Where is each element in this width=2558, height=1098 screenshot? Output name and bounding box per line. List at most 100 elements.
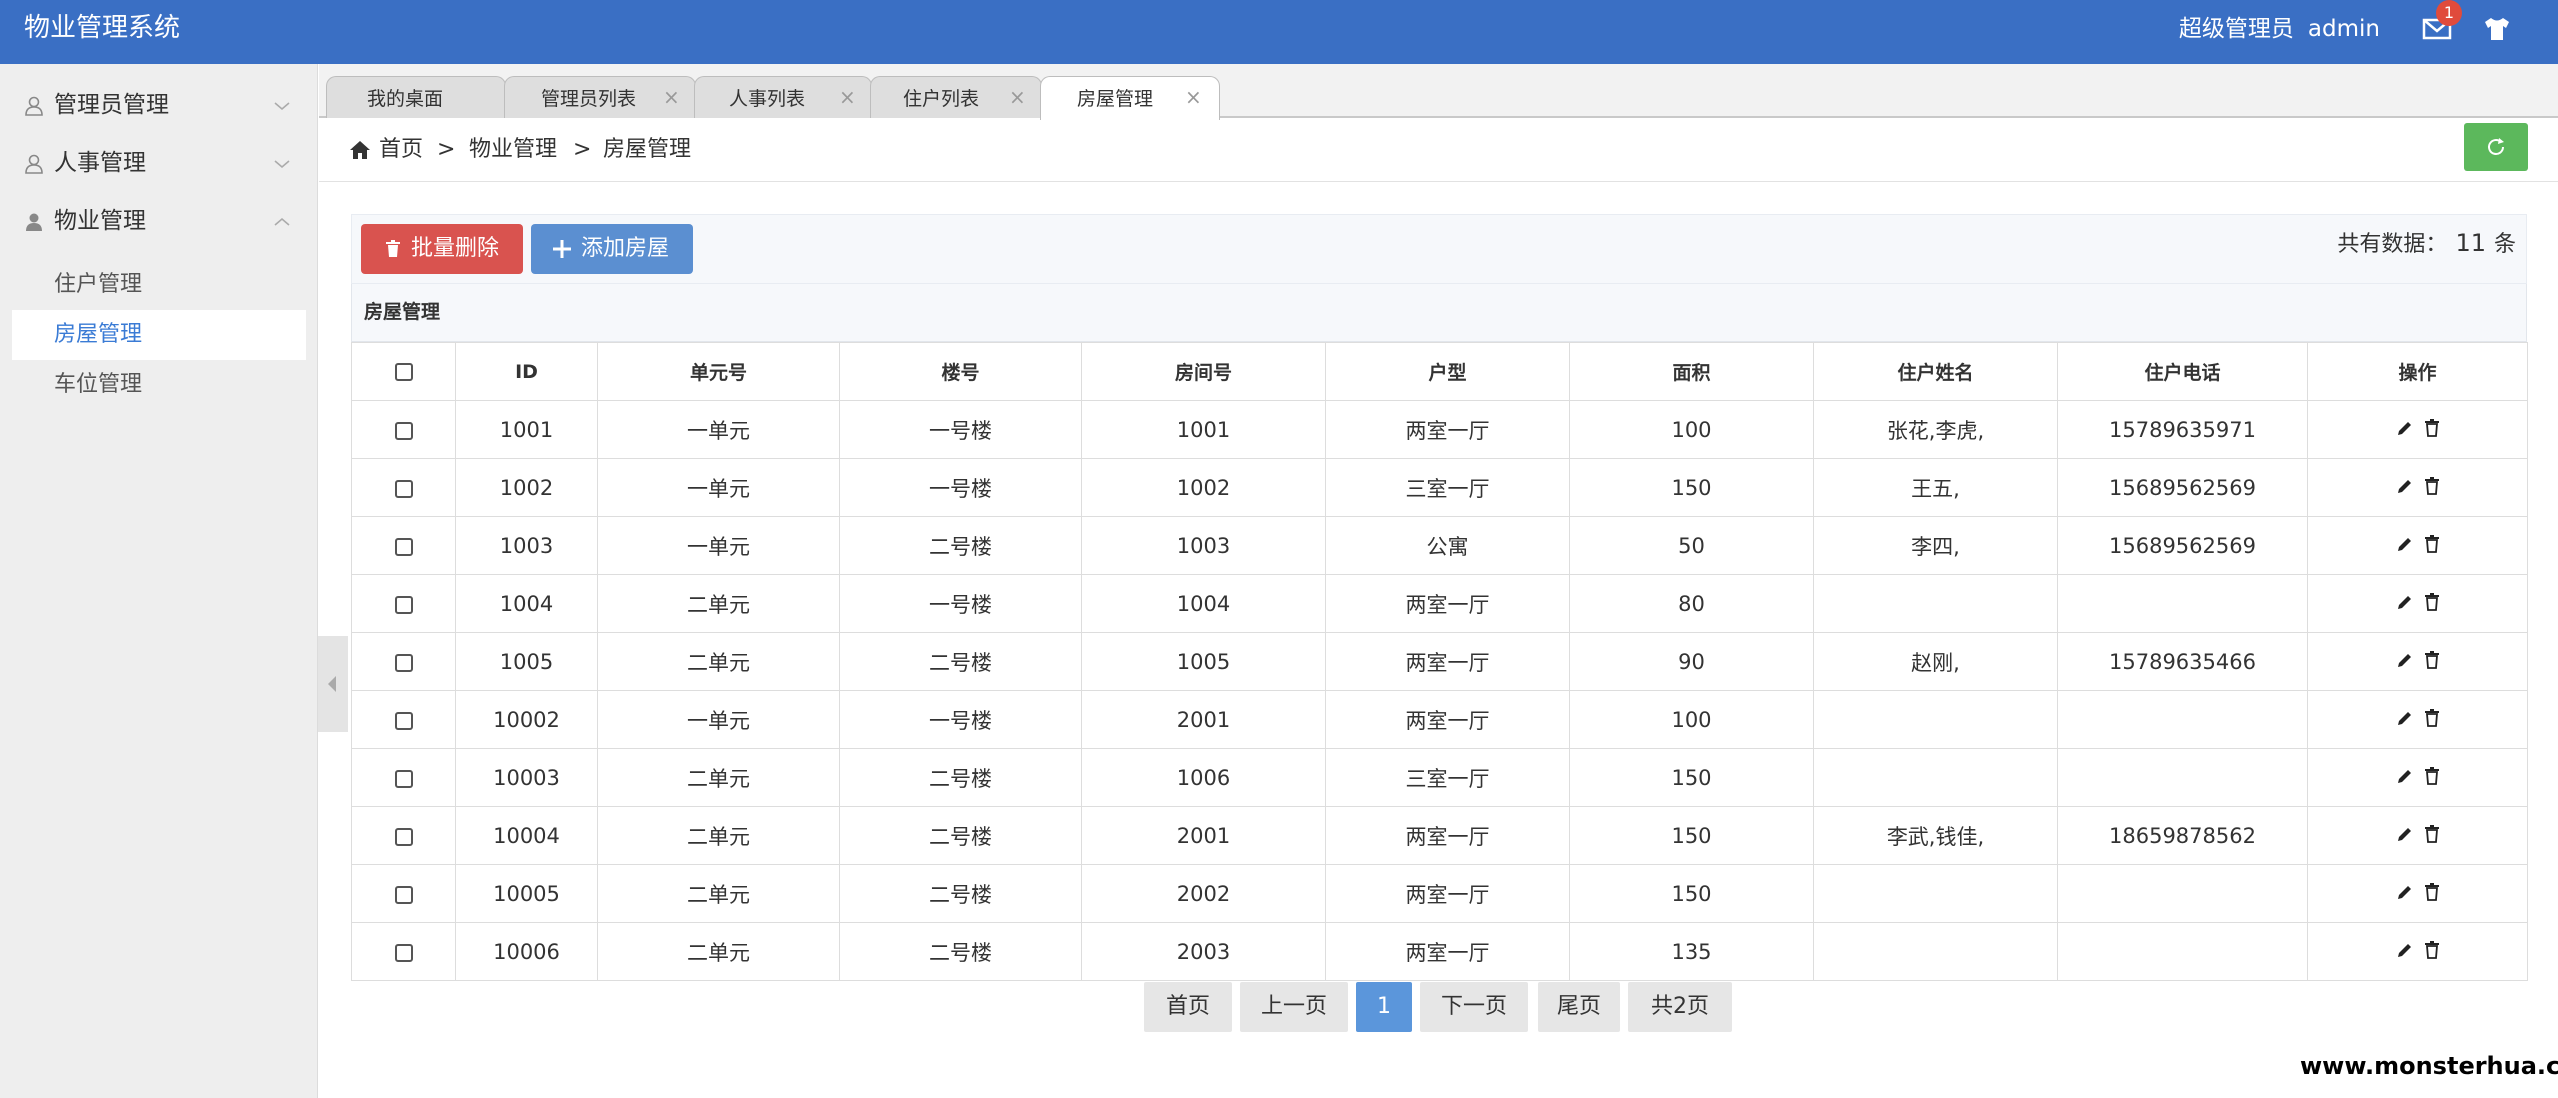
trash-icon[interactable] — [2424, 650, 2440, 669]
sidebar-group-property[interactable]: 物业管理 — [0, 192, 318, 250]
edit-pencil-icon[interactable] — [2396, 419, 2414, 437]
table-row: 1002 一单元 一号楼 1002 三室一厅 150 王五, 15689562569 — [351, 458, 2528, 517]
sidebar-item-parking[interactable]: 车位管理 — [12, 360, 306, 410]
row-select-cell[interactable] — [351, 574, 456, 633]
row-select-cell[interactable] — [351, 458, 456, 517]
close-icon[interactable]: × — [1185, 85, 1202, 109]
table-cell: 公寓 — [1325, 516, 1570, 575]
row-checkbox[interactable] — [394, 769, 413, 788]
row-select-cell[interactable] — [351, 632, 456, 691]
page-last-button[interactable]: 尾页 — [1538, 982, 1620, 1032]
batch-delete-button[interactable]: 批量删除 — [361, 224, 523, 274]
sidebar: 管理员管理 人事管理 物业管理 住户管理 房屋管理 车位管理 — [0, 64, 318, 1098]
close-icon[interactable]: × — [1009, 85, 1026, 109]
row-actions-cell — [2307, 864, 2528, 923]
tab-resident-list[interactable]: 住户列表 × — [870, 76, 1042, 118]
column-header: 面积 — [1569, 342, 1814, 401]
table-cell: 15689562569 — [2057, 516, 2308, 575]
sidebar-item-residents[interactable]: 住户管理 — [12, 260, 306, 310]
page-current-button[interactable]: 1 — [1356, 982, 1412, 1032]
tab-desktop[interactable]: 我的桌面 — [326, 76, 506, 118]
row-select-cell[interactable] — [351, 516, 456, 575]
close-icon[interactable]: × — [663, 85, 680, 109]
table-cell: 80 — [1569, 574, 1814, 633]
row-checkbox[interactable] — [394, 421, 413, 440]
edit-pencil-icon[interactable] — [2396, 593, 2414, 611]
edit-pencil-icon[interactable] — [2396, 767, 2414, 785]
total-suffix: 条 — [2493, 232, 2516, 257]
row-actions-cell — [2307, 574, 2528, 633]
table-row: 10004 二单元 二号楼 2001 两室一厅 150 李武,钱佳, 18659878562 — [351, 806, 2528, 865]
page-prev-button[interactable]: 上一页 — [1240, 982, 1348, 1032]
row-checkbox[interactable] — [394, 595, 413, 614]
tab-admin-list[interactable]: 管理员列表 × — [504, 76, 696, 118]
trash-icon[interactable] — [2424, 824, 2440, 843]
table-cell: 15689562569 — [2057, 458, 2308, 517]
table-cell: 一号楼 — [839, 400, 1082, 459]
row-checkbox[interactable] — [394, 885, 413, 904]
row-select-cell[interactable] — [351, 922, 456, 981]
table-cell — [2057, 690, 2308, 749]
trash-icon[interactable] — [2424, 766, 2440, 785]
table-cell: 90 — [1569, 632, 1814, 691]
trash-icon[interactable] — [2424, 534, 2440, 553]
table-row: 1004 二单元 一号楼 1004 两室一厅 80 — [351, 574, 2528, 633]
row-select-cell[interactable] — [351, 806, 456, 865]
table-cell: 1004 — [455, 574, 598, 633]
table-cell: 135 — [1569, 922, 1814, 981]
refresh-button[interactable] — [2464, 123, 2528, 171]
column-header: 住户电话 — [2057, 342, 2308, 401]
row-checkbox[interactable] — [394, 827, 413, 846]
row-checkbox[interactable] — [394, 943, 413, 962]
table-cell: 1001 — [1081, 400, 1326, 459]
edit-pencil-icon[interactable] — [2396, 477, 2414, 495]
user-info[interactable]: 超级管理员 admin — [2179, 14, 2380, 44]
page-first-button[interactable]: 首页 — [1144, 982, 1232, 1032]
edit-pencil-icon[interactable] — [2396, 709, 2414, 727]
row-checkbox[interactable] — [394, 479, 413, 498]
row-checkbox[interactable] — [394, 537, 413, 556]
table-cell — [2057, 574, 2308, 633]
row-actions-cell — [2307, 400, 2528, 459]
edit-pencil-icon[interactable] — [2396, 651, 2414, 669]
select-all-cell[interactable] — [351, 342, 456, 401]
breadcrumb-level1[interactable]: 物业管理 — [469, 135, 557, 165]
row-checkbox[interactable] — [394, 711, 413, 730]
add-house-button[interactable]: 添加房屋 — [531, 224, 693, 274]
row-checkbox[interactable] — [394, 653, 413, 672]
select-all-checkbox[interactable] — [394, 363, 413, 381]
trash-icon[interactable] — [2424, 708, 2440, 727]
row-select-cell[interactable] — [351, 690, 456, 749]
home-icon — [349, 140, 371, 160]
breadcrumb-home[interactable]: 首页 — [379, 135, 423, 165]
row-select-cell[interactable] — [351, 748, 456, 807]
sidebar-group-admin[interactable]: 管理员管理 — [0, 76, 318, 134]
table-cell: 三室一厅 — [1325, 458, 1570, 517]
edit-pencil-icon[interactable] — [2396, 941, 2414, 959]
sidebar-group-hr[interactable]: 人事管理 — [0, 134, 318, 192]
edit-pencil-icon[interactable] — [2396, 535, 2414, 553]
table-cell: 二单元 — [597, 748, 840, 807]
close-icon[interactable]: × — [839, 85, 856, 109]
trash-icon[interactable] — [2424, 476, 2440, 495]
watermark: www.monsterhua.com — [2300, 1052, 2558, 1080]
trash-icon[interactable] — [2424, 418, 2440, 437]
row-select-cell[interactable] — [351, 864, 456, 923]
breadcrumb-separator: > — [437, 137, 456, 162]
trash-icon[interactable] — [2424, 940, 2440, 959]
sidebar-collapse-handle[interactable] — [318, 636, 348, 732]
trash-icon[interactable] — [2424, 592, 2440, 611]
row-select-cell[interactable] — [351, 400, 456, 459]
tab-hr-list[interactable]: 人事列表 × — [694, 76, 872, 118]
edit-pencil-icon[interactable] — [2396, 825, 2414, 843]
table-cell: 10004 — [455, 806, 598, 865]
trash-icon[interactable] — [2424, 882, 2440, 901]
table-cell: 2003 — [1081, 922, 1326, 981]
edit-pencil-icon[interactable] — [2396, 883, 2414, 901]
chevron-down-icon — [272, 98, 292, 112]
breadcrumb-current: 房屋管理 — [603, 137, 692, 162]
tab-house-manage[interactable]: 房屋管理 × — [1040, 76, 1220, 120]
sidebar-item-houses[interactable]: 房屋管理 — [12, 310, 306, 360]
page-next-button[interactable]: 下一页 — [1420, 982, 1528, 1032]
theme-shirt-icon[interactable] — [2482, 16, 2512, 42]
